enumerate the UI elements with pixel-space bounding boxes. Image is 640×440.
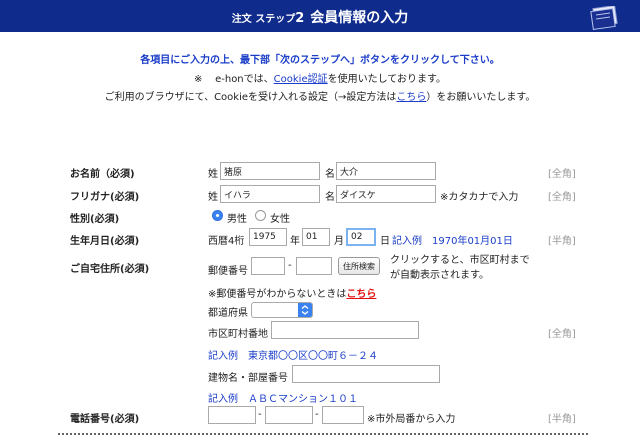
postal-dash: -: [288, 260, 292, 271]
month-unit: 月: [334, 236, 344, 247]
prefecture-label: 都道府県: [208, 308, 248, 319]
birthday-label: 生年月日(必須): [70, 236, 140, 247]
address-search-button[interactable]: 住所検索: [338, 257, 380, 275]
birthday-note: [半角]: [548, 236, 576, 247]
phone-2-input[interactable]: [265, 406, 313, 424]
building-example: 記入例 ＡＢＣマンション１０１: [208, 394, 358, 405]
step-prefix: 注文 ステップ: [231, 14, 296, 25]
name-sei-input[interactable]: [220, 162, 320, 180]
postal-label: 郵便番号: [208, 266, 248, 277]
year-unit: 年: [290, 236, 300, 247]
header-title: 注文 ステップ2 会員情報の入力: [0, 7, 640, 27]
gender-female-radio[interactable]: [255, 210, 266, 221]
gender-male-label: 男性: [227, 214, 247, 225]
settings-text-pre: ご利用のブラウザにて、Cookieを受け入れる設定（→設定方法は: [104, 92, 397, 103]
day-unit: 日: [380, 236, 390, 247]
phone-note: [半角]: [548, 414, 576, 425]
phone-1-input[interactable]: [208, 406, 256, 424]
cookie-notice: ※ e-honでは、Cookie認証を使用いたしております。: [0, 70, 640, 85]
section-divider: [58, 433, 588, 435]
birth-year-input[interactable]: [249, 228, 287, 246]
book-icon: [590, 6, 618, 30]
kana-sei-input[interactable]: [220, 185, 320, 203]
postal-unknown-pre: ※郵便番号がわからないときは: [208, 289, 347, 300]
instruction-text: 各項目にご入力の上、最下部「次のステップへ」ボタンをクリックして下さい。: [140, 55, 500, 66]
address-label: ご自宅住所(必須): [70, 264, 150, 275]
kana-hint: ※カタカナで入力: [440, 192, 519, 203]
kana-sei-label: 姓: [208, 192, 218, 203]
prefecture-select[interactable]: [251, 302, 313, 318]
name-label: お名前（必須): [70, 169, 135, 180]
cookie-auth-link[interactable]: Cookie認証: [274, 74, 328, 85]
kana-mei-label: 名: [325, 192, 335, 203]
phone-label: 電話番号(必須): [70, 414, 140, 425]
settings-text-post: ）をお願いいたします。: [426, 92, 536, 103]
name-mei-input[interactable]: [336, 162, 436, 180]
notice-text-pre: e-honでは、: [215, 74, 274, 85]
step-number: 2: [295, 11, 305, 26]
cookie-settings-link[interactable]: こちら: [396, 92, 426, 103]
city-input[interactable]: [271, 321, 419, 339]
postal-code-1-input[interactable]: [251, 257, 285, 275]
birth-month-input[interactable]: [302, 228, 330, 246]
building-label: 建物名・部屋番号: [208, 373, 288, 384]
chevron-updown-icon: [298, 303, 312, 317]
kana-mei-input[interactable]: [336, 185, 436, 203]
page-title: 会員情報の入力: [310, 10, 409, 26]
birth-day-input[interactable]: [346, 228, 376, 246]
phone-hint: ※市外局番から入力: [367, 414, 456, 425]
phone-dash-2: -: [315, 409, 319, 420]
phone-3-input[interactable]: [322, 406, 364, 424]
postal-code-2-input[interactable]: [296, 257, 332, 275]
notice-mark: ※: [193, 74, 203, 85]
postal-unknown-text: ※郵便番号がわからないときはこちら: [208, 285, 376, 300]
page-header: 注文 ステップ2 会員情報の入力: [0, 0, 640, 32]
kana-note: [全角]: [548, 192, 576, 203]
phone-dash-1: -: [258, 409, 262, 420]
gender-male-radio[interactable]: [212, 210, 223, 221]
city-label: 市区町村番地: [208, 329, 268, 340]
postal-lookup-link[interactable]: こちら: [346, 289, 376, 300]
gender-label: 性別(必須): [70, 214, 120, 225]
city-note: [全角]: [548, 329, 576, 340]
notice-text-post: を使用いたしております。: [327, 74, 447, 85]
search-hint-1: クリックすると、市区町村まで: [390, 255, 530, 266]
cookie-settings-notice: ご利用のブラウザにて、Cookieを受け入れる設定（→設定方法はこちら）をお願い…: [0, 88, 640, 103]
search-hint-2: が自動表示されます。: [390, 270, 489, 281]
birthday-era-label: 西暦4桁: [208, 236, 245, 247]
city-example: 記入例 東京都〇〇区〇〇町６－２４: [208, 351, 378, 362]
building-input[interactable]: [292, 365, 440, 383]
name-sei-label: 姓: [208, 169, 218, 180]
birthday-example: 記入例 1970年01月01日: [392, 236, 513, 247]
name-mei-label: 名: [325, 169, 335, 180]
name-note: [全角]: [548, 169, 576, 180]
kana-label: フリガナ(必須): [70, 192, 140, 203]
gender-female-label: 女性: [270, 214, 290, 225]
